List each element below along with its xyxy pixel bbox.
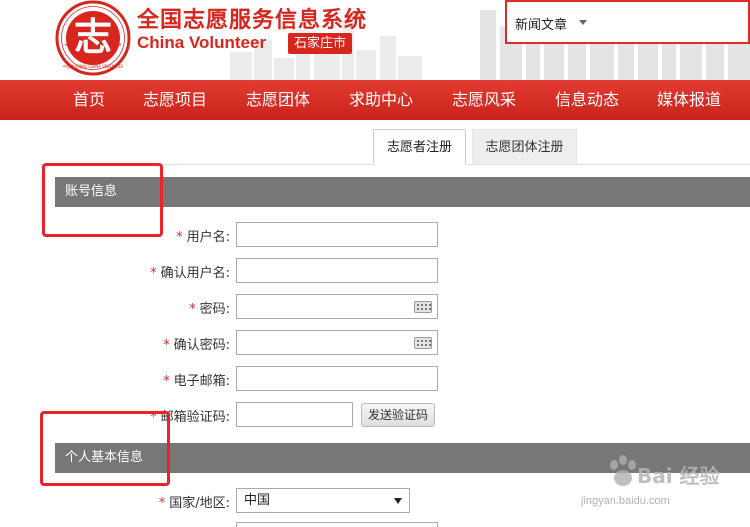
country-value: 中国 <box>244 493 271 508</box>
email-code-input[interactable] <box>236 402 353 427</box>
site-title: 全国志愿服务信息系统 <box>137 8 368 33</box>
username-input[interactable] <box>236 222 438 247</box>
annotation-box-personal <box>40 411 170 486</box>
search-category-select[interactable]: 新闻文章 <box>505 0 750 44</box>
form-row-confirm-password: * 确认密码: <box>0 330 750 356</box>
city-badge[interactable]: 石家庄市 <box>288 33 353 54</box>
chevron-down-icon <box>579 20 587 25</box>
logo-glyph: 志 <box>74 15 113 59</box>
username-label: * 用户名: <box>176 230 230 245</box>
paw-icon <box>610 455 636 486</box>
confirm-password-label: * 确认密码: <box>163 338 230 353</box>
password-label: * 密码: <box>189 302 230 317</box>
email-input[interactable] <box>236 366 438 391</box>
next-field-edge <box>236 522 438 527</box>
main-nav: 首页 志愿项目 志愿团体 求助中心 志愿风采 信息动态 媒体报道 <box>0 80 750 120</box>
confirm-username-label: * 确认用户名: <box>150 266 230 281</box>
form-row-password: * 密码: <box>0 294 750 320</box>
nav-item-home[interactable]: 首页 <box>73 80 105 120</box>
tab-volunteer-register[interactable]: 志愿者注册 <box>373 129 466 165</box>
site-header: 中国志愿服务 CHINA VOLUNTEER SERVICE 志 全国志愿服务信… <box>0 0 750 80</box>
form-row-email: * 电子邮箱: <box>0 366 750 392</box>
email-label: * 电子邮箱: <box>163 374 230 389</box>
nav-item-projects[interactable]: 志愿项目 <box>143 80 207 120</box>
keyboard-icon[interactable] <box>414 337 432 349</box>
nav-item-news[interactable]: 信息动态 <box>555 80 619 120</box>
nav-item-help-center[interactable]: 求助中心 <box>349 80 413 120</box>
chevron-down-icon <box>394 498 402 504</box>
tab-group-register[interactable]: 志愿团体注册 <box>472 129 577 165</box>
logo-ring-text: 中国志愿服务 CHINA VOLUNTEER SERVICE <box>63 64 123 69</box>
form-row-confirm-username: * 确认用户名: <box>0 258 750 284</box>
annotation-box-account <box>42 163 163 237</box>
keyboard-icon[interactable] <box>414 301 432 313</box>
site-title-english: China Volunteer <box>137 33 267 52</box>
baidu-jingyan-watermark: Bai 经验 jingyan.baidu.com <box>575 440 750 527</box>
send-code-button[interactable]: 发送验证码 <box>361 403 436 427</box>
nav-item-groups[interactable]: 志愿团体 <box>246 80 310 120</box>
watermark-text: Bai 经验 <box>637 464 720 488</box>
confirm-password-input[interactable] <box>236 330 438 355</box>
confirm-username-input[interactable] <box>236 258 438 283</box>
password-input[interactable] <box>236 294 438 319</box>
country-select[interactable]: 中国 <box>236 488 410 513</box>
nav-item-media[interactable]: 媒体报道 <box>657 80 721 120</box>
watermark-url: jingyan.baidu.com <box>581 495 670 507</box>
nav-item-showcase[interactable]: 志愿风采 <box>452 80 516 120</box>
country-label: * 国家/地区: <box>158 496 230 511</box>
search-category-value: 新闻文章 <box>515 18 568 33</box>
